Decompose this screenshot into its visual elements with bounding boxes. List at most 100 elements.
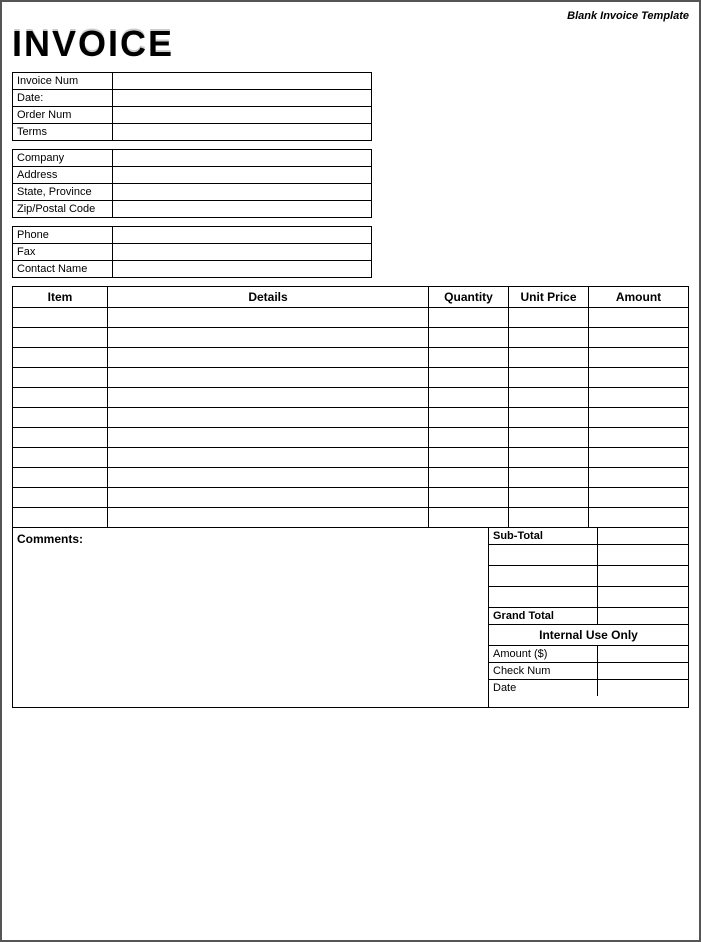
item-cell[interactable] [13, 408, 108, 428]
amount-cell[interactable] [589, 468, 689, 488]
fax-value[interactable] [113, 244, 371, 260]
company-label: Company [13, 150, 113, 166]
item-cell[interactable] [13, 308, 108, 328]
unit-price-cell[interactable] [509, 328, 589, 348]
details-cell[interactable] [108, 328, 429, 348]
amount-cell[interactable] [589, 368, 689, 388]
amount-cell[interactable] [589, 308, 689, 328]
quantity-cell[interactable] [429, 468, 509, 488]
amount-cell[interactable] [589, 328, 689, 348]
amount-cell[interactable] [589, 388, 689, 408]
contact-info-block: Phone Fax Contact Name [12, 226, 372, 278]
internal-date-value[interactable] [598, 680, 688, 696]
address-row: Address [13, 167, 371, 184]
amount-cell[interactable] [589, 508, 689, 528]
unit-price-cell[interactable] [509, 388, 589, 408]
details-cell[interactable] [108, 368, 429, 388]
item-cell[interactable] [13, 348, 108, 368]
unit-price-cell[interactable] [509, 348, 589, 368]
unit-price-cell[interactable] [509, 448, 589, 468]
item-cell[interactable] [13, 428, 108, 448]
extra-row-3 [489, 587, 688, 608]
date-row: Date: [13, 90, 371, 107]
amount-cell[interactable] [589, 408, 689, 428]
unit-price-cell[interactable] [509, 368, 589, 388]
quantity-cell[interactable] [429, 428, 509, 448]
details-cell[interactable] [108, 488, 429, 508]
company-value[interactable] [113, 150, 371, 166]
details-cell[interactable] [108, 348, 429, 368]
amount-value[interactable] [598, 646, 688, 662]
unit-price-cell[interactable] [509, 508, 589, 528]
amount-cell[interactable] [589, 488, 689, 508]
item-cell[interactable] [13, 328, 108, 348]
grand-total-label: Grand Total [489, 608, 598, 624]
terms-value[interactable] [113, 124, 371, 140]
col-item: Item [13, 287, 108, 308]
details-cell[interactable] [108, 408, 429, 428]
address-value[interactable] [113, 167, 371, 183]
quantity-cell[interactable] [429, 368, 509, 388]
unit-price-cell[interactable] [509, 428, 589, 448]
extra-right-1[interactable] [598, 545, 688, 565]
quantity-cell[interactable] [429, 328, 509, 348]
quantity-cell[interactable] [429, 488, 509, 508]
state-value[interactable] [113, 184, 371, 200]
unit-price-cell[interactable] [509, 408, 589, 428]
amount-cell[interactable] [589, 428, 689, 448]
extra-left-2[interactable] [489, 566, 598, 586]
details-cell[interactable] [108, 468, 429, 488]
details-cell[interactable] [108, 388, 429, 408]
invoice-heading: INVOICE [12, 26, 689, 62]
subtotal-row: Sub-Total [489, 528, 688, 545]
quantity-cell[interactable] [429, 508, 509, 528]
table-row [13, 448, 689, 468]
extra-left-1[interactable] [489, 545, 598, 565]
date-label: Date: [13, 90, 113, 106]
table-row [13, 368, 689, 388]
date-value[interactable] [113, 90, 371, 106]
details-cell[interactable] [108, 448, 429, 468]
details-cell[interactable] [108, 428, 429, 448]
quantity-cell[interactable] [429, 308, 509, 328]
subtotal-label: Sub-Total [489, 528, 598, 544]
item-cell[interactable] [13, 488, 108, 508]
internal-date-label: Date [489, 680, 598, 696]
quantity-cell[interactable] [429, 348, 509, 368]
grand-total-value[interactable] [598, 608, 688, 624]
invoice-num-row: Invoice Num [13, 73, 371, 90]
extra-right-3[interactable] [598, 587, 688, 607]
quantity-cell[interactable] [429, 388, 509, 408]
col-details: Details [108, 287, 429, 308]
item-cell[interactable] [13, 368, 108, 388]
amount-cell[interactable] [589, 448, 689, 468]
unit-price-cell[interactable] [509, 308, 589, 328]
item-cell[interactable] [13, 468, 108, 488]
state-row: State, Province [13, 184, 371, 201]
quantity-cell[interactable] [429, 408, 509, 428]
details-cell[interactable] [108, 308, 429, 328]
zip-row: Zip/Postal Code [13, 201, 371, 217]
item-cell[interactable] [13, 448, 108, 468]
amount-cell[interactable] [589, 348, 689, 368]
unit-price-cell[interactable] [509, 468, 589, 488]
order-num-label: Order Num [13, 107, 113, 123]
phone-value[interactable] [113, 227, 371, 243]
order-num-row: Order Num [13, 107, 371, 124]
order-num-value[interactable] [113, 107, 371, 123]
terms-row: Terms [13, 124, 371, 140]
extra-row-2 [489, 566, 688, 587]
subtotal-value[interactable] [598, 528, 688, 544]
unit-price-cell[interactable] [509, 488, 589, 508]
table-row [13, 488, 689, 508]
quantity-cell[interactable] [429, 448, 509, 468]
check-num-value[interactable] [598, 663, 688, 679]
invoice-num-value[interactable] [113, 73, 371, 89]
contact-name-value[interactable] [113, 261, 371, 277]
extra-left-3[interactable] [489, 587, 598, 607]
zip-value[interactable] [113, 201, 371, 217]
item-cell[interactable] [13, 388, 108, 408]
extra-right-2[interactable] [598, 566, 688, 586]
item-cell[interactable] [13, 508, 108, 528]
details-cell[interactable] [108, 508, 429, 528]
